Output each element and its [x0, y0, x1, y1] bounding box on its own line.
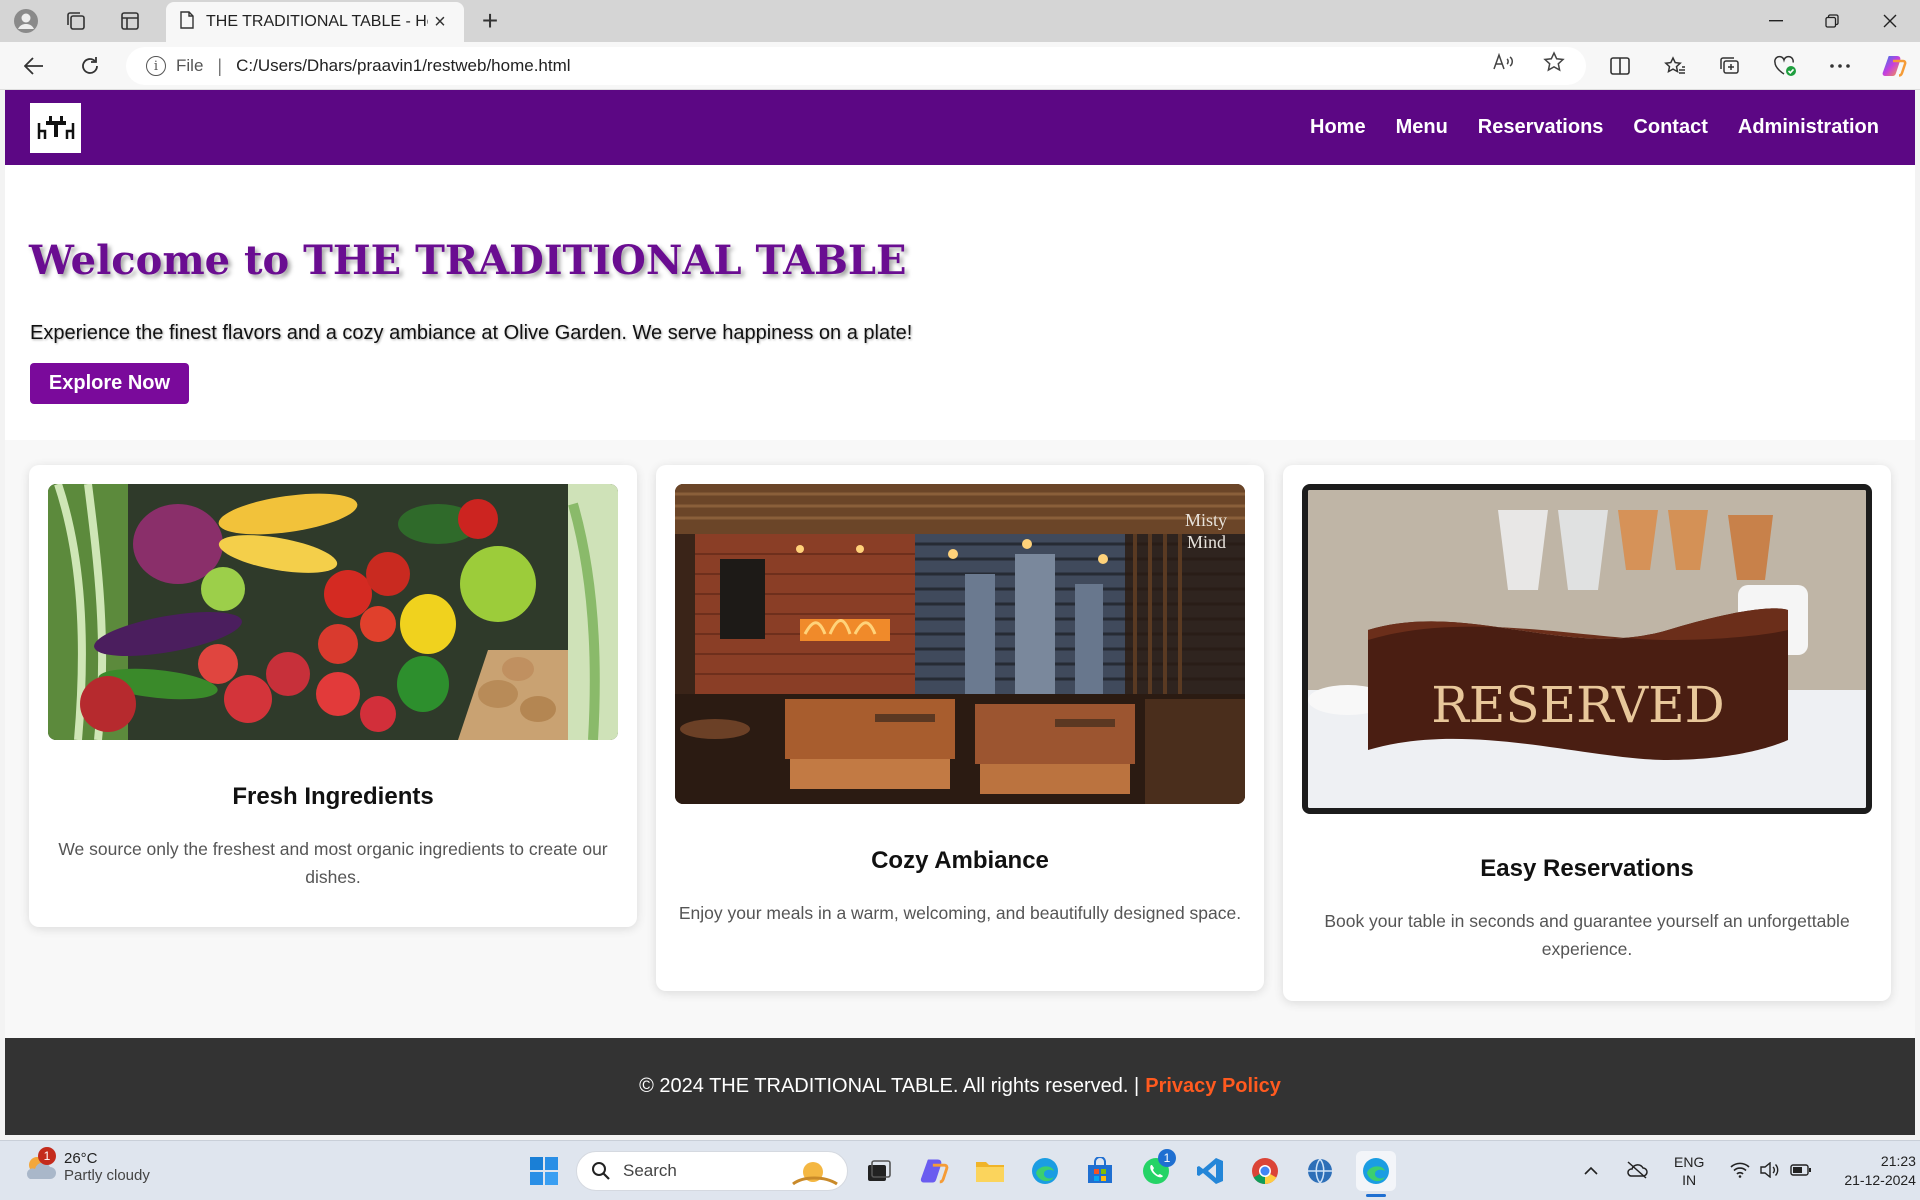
close-window-icon[interactable] — [1862, 6, 1918, 36]
language-top: ENG — [1674, 1154, 1705, 1170]
copilot-icon[interactable] — [1876, 50, 1912, 82]
browser-essentials-icon[interactable] — [1767, 50, 1803, 82]
tab-title: THE TRADITIONAL TABLE - Home — [206, 13, 428, 30]
split-screen-icon[interactable] — [1602, 50, 1638, 82]
hero-title: Welcome to THE TRADITIONAL TABLE — [29, 237, 907, 284]
site-info-icon[interactable]: i — [146, 56, 166, 76]
vscode-icon[interactable] — [1190, 1151, 1230, 1191]
weather-icon: 1 — [22, 1147, 58, 1185]
restore-icon[interactable] — [1804, 6, 1860, 36]
explore-now-button[interactable]: Explore Now — [30, 363, 189, 404]
footer-copyright: © 2024 THE TRADITIONAL TABLE. All rights… — [639, 1075, 1140, 1097]
file-explorer-icon[interactable] — [970, 1151, 1010, 1191]
weather-temperature: 26°C — [64, 1150, 98, 1167]
weather-condition: Partly cloudy — [64, 1167, 150, 1184]
task-view-icon[interactable] — [858, 1151, 898, 1191]
site-logo[interactable] — [30, 103, 81, 153]
show-hidden-icons-icon[interactable] — [1584, 1163, 1598, 1179]
address-separator: | — [217, 55, 223, 76]
minimize-icon[interactable] — [1748, 6, 1804, 36]
back-icon[interactable] — [16, 50, 52, 82]
feature-title-cozy-ambiance: Cozy Ambiance — [871, 847, 1049, 874]
copilot-taskbar-icon[interactable] — [914, 1151, 954, 1191]
address-field[interactable]: i File | C:/Users/Dhars/praavin1/restweb… — [126, 47, 1586, 85]
feature-card-cozy-ambiance: Misty Mind Cozy Ambiance Enjoy your meal… — [656, 465, 1264, 991]
primary-nav: Home Menu Reservations Contact Administr… — [1310, 90, 1879, 165]
feature-text-fresh-ingredients: We source only the freshest and most org… — [58, 839, 608, 887]
url-text[interactable]: C:/Users/Dhars/praavin1/restweb/home.htm… — [236, 56, 570, 76]
nav-contact[interactable]: Contact — [1633, 116, 1707, 139]
feature-text-cozy-ambiance: Enjoy your meals in a warm, welcoming, a… — [678, 903, 1242, 923]
feature-card-easy-reservations: RESERVED Easy Reservations Book your tab… — [1283, 465, 1891, 1001]
weather-widget[interactable]: 1 26°C Partly cloudy — [22, 1147, 150, 1185]
feature-title-fresh-ingredients: Fresh Ingredients — [232, 783, 434, 810]
watermark-misty: Misty — [1185, 510, 1227, 530]
profile-icon[interactable] — [8, 7, 44, 35]
browser-tab-bar: THE TRADITIONAL TABLE - Home × + — [0, 0, 1920, 42]
favorite-star-icon[interactable] — [1540, 51, 1568, 73]
watermark-mind: Mind — [1187, 532, 1226, 552]
feature-card-fresh-ingredients: Fresh Ingredients We source only the fre… — [29, 465, 637, 927]
windows-taskbar: 1 26°C Partly cloudy Search 1 ENG IN 21:… — [0, 1140, 1920, 1200]
page-viewport: Home Menu Reservations Contact Administr… — [5, 90, 1915, 1135]
restaurant-interior-image: Misty Mind — [675, 484, 1245, 804]
whatsapp-icon[interactable]: 1 — [1136, 1149, 1176, 1191]
nav-reservations[interactable]: Reservations — [1478, 116, 1604, 139]
vegetables-image — [48, 484, 618, 740]
page-icon — [180, 10, 194, 34]
edge-taskbar-icon[interactable] — [1025, 1151, 1065, 1191]
volume-icon[interactable] — [1760, 1161, 1780, 1181]
battery-icon[interactable] — [1790, 1163, 1812, 1180]
hero-subtitle: Experience the finest flavors and a cozy… — [30, 322, 913, 344]
address-toolbar: i File | C:/Users/Dhars/praavin1/restweb… — [0, 42, 1920, 90]
store-icon[interactable] — [1080, 1151, 1120, 1191]
nav-menu[interactable]: Menu — [1396, 116, 1448, 139]
chrome-icon[interactable] — [1245, 1151, 1285, 1191]
tab-close-icon[interactable]: × — [428, 11, 452, 34]
system-tray: ENG IN 21:23 21-12-2024 — [1584, 1141, 1916, 1200]
clock-date: 21-12-2024 — [1844, 1172, 1916, 1188]
browser-tab-active[interactable]: THE TRADITIONAL TABLE - Home × — [166, 2, 464, 42]
reserved-sign-text: RESERVED — [1431, 676, 1724, 734]
dining-table-icon — [37, 116, 74, 139]
search-icon — [592, 1162, 610, 1180]
wifi-icon[interactable] — [1730, 1162, 1750, 1181]
refresh-icon[interactable] — [72, 50, 108, 82]
network-app-icon[interactable] — [1300, 1151, 1340, 1191]
taskbar-search[interactable]: Search — [576, 1151, 848, 1191]
start-icon[interactable] — [524, 1151, 564, 1191]
search-highlight-icon — [792, 1162, 838, 1186]
privacy-policy-link[interactable]: Privacy Policy — [1145, 1075, 1281, 1098]
site-navbar: Home Menu Reservations Contact Administr… — [5, 90, 1915, 165]
clock-time: 21:23 — [1880, 1153, 1916, 1169]
site-footer: © 2024 THE TRADITIONAL TABLE. All rights… — [5, 1038, 1915, 1135]
language-indicator[interactable]: ENG IN — [1674, 1153, 1704, 1189]
nav-administration[interactable]: Administration — [1738, 116, 1879, 139]
edge-active-icon[interactable] — [1356, 1151, 1396, 1197]
new-tab-icon[interactable]: + — [474, 7, 506, 36]
hero-section: Welcome to THE TRADITIONAL TABLE Experie… — [5, 165, 1915, 440]
language-bottom: IN — [1682, 1172, 1697, 1188]
collections-icon[interactable] — [1712, 50, 1748, 82]
clock[interactable]: 21:23 21-12-2024 — [1844, 1152, 1916, 1190]
weather-badge: 1 — [38, 1147, 56, 1165]
onedrive-offline-icon[interactable] — [1626, 1160, 1648, 1182]
tab-actions-icon[interactable] — [112, 7, 148, 35]
nav-home[interactable]: Home — [1310, 116, 1366, 139]
file-label: File — [176, 56, 204, 75]
more-options-icon[interactable] — [1822, 50, 1858, 82]
feature-title-easy-reservations: Easy Reservations — [1480, 855, 1694, 882]
read-aloud-icon[interactable] — [1490, 51, 1518, 73]
whatsapp-badge: 1 — [1158, 1149, 1176, 1167]
workspaces-icon[interactable] — [58, 7, 94, 35]
search-label: Search — [623, 1161, 677, 1180]
favorites-icon[interactable] — [1657, 50, 1693, 82]
feature-text-easy-reservations: Book your table in seconds and guarantee… — [1324, 911, 1850, 959]
reserved-sign-image: RESERVED — [1302, 484, 1872, 814]
